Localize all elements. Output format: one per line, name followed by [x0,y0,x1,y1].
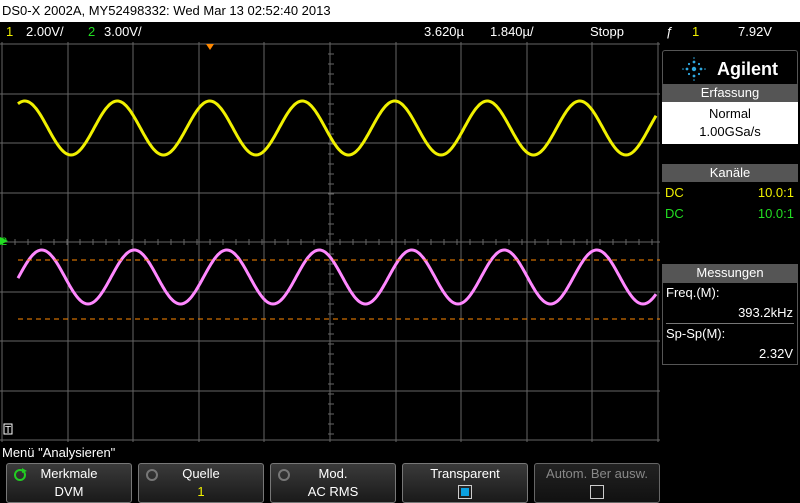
meas2-label: Sp-Sp(M): [666,326,726,341]
ch1-coupling: DC [665,185,684,200]
trigger-level[interactable]: 7.92V [738,22,772,42]
channels-title: Kanäle [662,164,798,182]
meas1-label: Freq.(M): [666,285,720,300]
ch2-number[interactable]: 2 [88,22,95,42]
ch1-number[interactable]: 1 [6,22,13,42]
transparent-checkbox[interactable] [458,485,472,499]
softkey-mod[interactable]: Mod. AC RMS [270,463,396,503]
channel-1-row: DC 10.0:1 [662,182,798,203]
softkey-bar: Merkmale DVM Quelle 1 Mod. AC RMS Transp… [0,462,800,503]
softkey-label: Merkmale [40,466,98,481]
softkey-label: Autom. Ber ausw. [546,466,648,481]
window-title: DS0-X 2002A, MY52498332: Wed Mar 13 02:5… [0,0,800,22]
agilent-spark-icon [682,57,706,81]
softkey-auto-select[interactable]: Autom. Ber ausw. [534,463,660,503]
acquisition-section[interactable]: Erfassung Normal 1.00GSa/s [662,84,798,144]
meas2-value: 2.32V [759,346,793,361]
softkey-value: AC RMS [307,484,359,499]
measurements-title: Messungen [662,264,798,282]
waveform-display[interactable]: 2 T [0,42,660,442]
softkey-value: 1 [197,484,205,499]
sample-rate: 1.00GSa/s [699,124,761,139]
right-panel: Agilent Erfassung Normal 1.00GSa/s Kanäl… [660,42,800,442]
trigger-edge-icon: ƒ [666,24,674,39]
trigger-channel[interactable]: 1 [692,22,699,42]
softkey-label: Mod. [318,466,348,481]
acquisition-title: Erfassung [662,84,798,102]
ch2-coupling: DC [665,206,684,221]
status-bar: 1 2.00V/ 2 3.00V/ 3.620µ 1.840µ/ Stopp ƒ… [0,22,800,42]
ch2-probe: 10.0:1 [757,206,794,221]
menu-label: Menü "Analysieren" [2,445,116,460]
measurements-section[interactable]: Messungen Freq.(M): 393.2kHz Sp-Sp(M): 2… [662,264,798,365]
run-state[interactable]: Stopp [590,22,624,42]
channels-section[interactable]: Kanäle DC 10.0:1 DC 10.0:1 [662,164,798,224]
acquisition-mode: Normal [709,106,751,121]
time-position[interactable]: 3.620µ [424,22,464,42]
channel-2-row: DC 10.0:1 [662,203,798,224]
brand-name: Agilent [717,59,778,79]
time-scale[interactable]: 1.840µ/ [490,22,534,42]
ch1-bottom-label: T [5,425,11,436]
ch1-scale[interactable]: 2.00V/ [26,22,64,42]
softkey-transparent[interactable]: Transparent [402,463,528,503]
softkey-label: Transparent [430,466,500,481]
waveform-svg: 2 T [0,42,660,442]
softkey-label: Quelle [182,466,220,481]
meas1-value-row: 393.2kHz [663,303,797,323]
ch2-ground-label: 2 [1,236,7,248]
softkey-merkmale[interactable]: Merkmale DVM [6,463,132,503]
softkey-quelle[interactable]: Quelle 1 [138,463,264,503]
meas2-value-row: 2.32V [663,344,797,364]
meas1-value: 393.2kHz [738,305,793,320]
brand-logo: Agilent [662,50,798,86]
softkey-value: DVM [54,484,84,499]
ch1-probe: 10.0:1 [757,185,794,200]
ch2-scale[interactable]: 3.00V/ [104,22,142,42]
auto-select-checkbox[interactable] [590,485,604,499]
